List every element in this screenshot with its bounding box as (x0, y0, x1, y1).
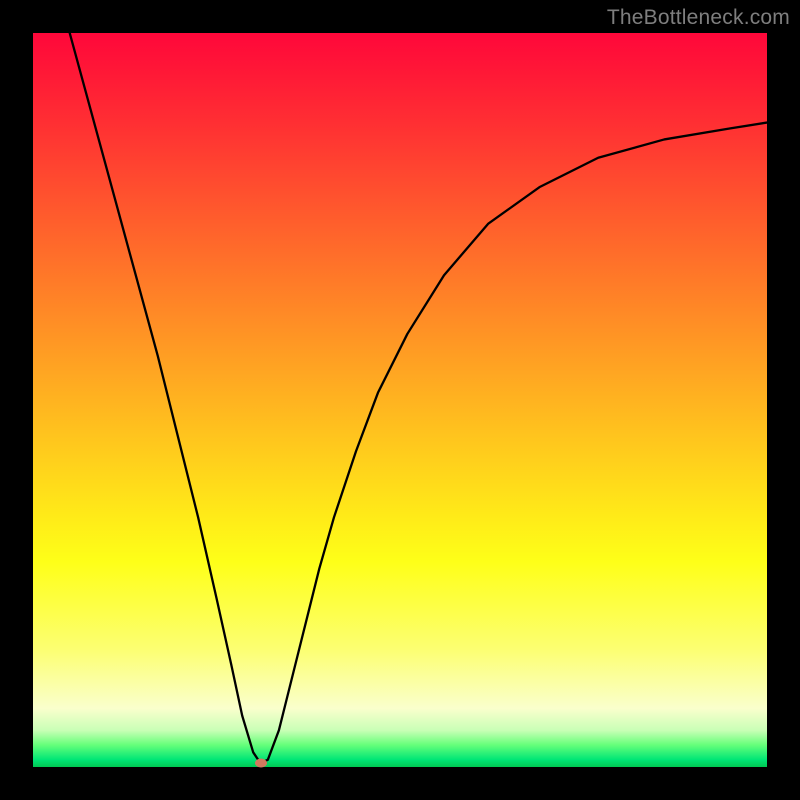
watermark-text: TheBottleneck.com (607, 6, 790, 30)
plot-area (33, 33, 767, 767)
chart-stage: TheBottleneck.com (0, 0, 800, 800)
minimum-marker (255, 759, 267, 768)
